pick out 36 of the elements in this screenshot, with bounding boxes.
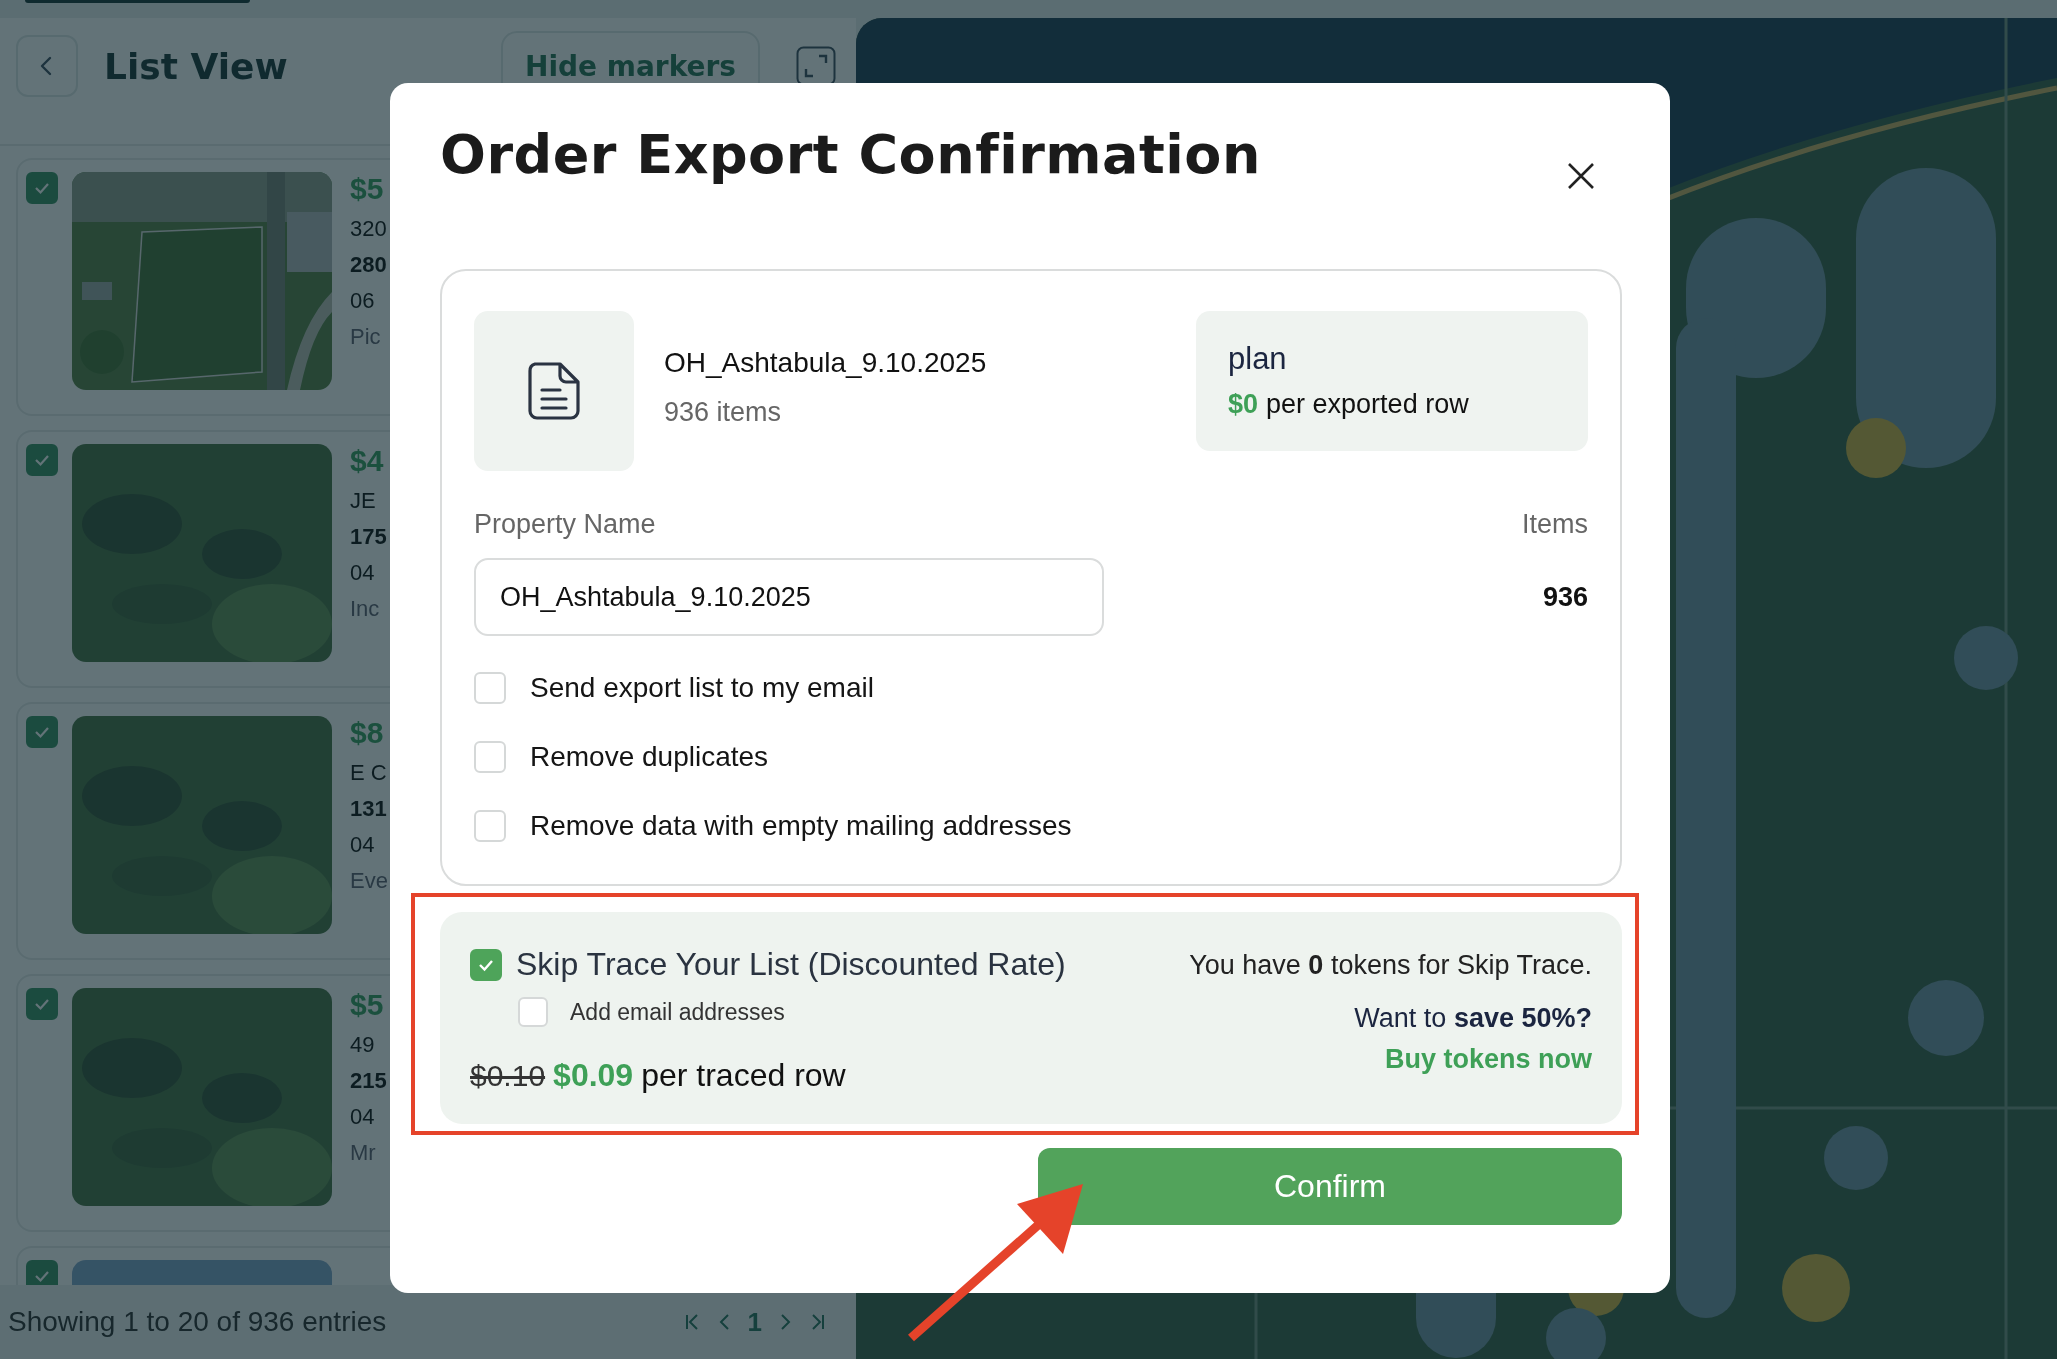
card-detail: 06 [350, 288, 376, 314]
card-detail: 215 [350, 1068, 387, 1094]
items-value: 936 [1542, 581, 1588, 613]
price-value: $0 [1228, 389, 1259, 420]
card-detail: 320 [350, 216, 387, 242]
item-count: 936 items [664, 397, 783, 428]
card-detail: JE [350, 488, 377, 514]
card-detail: 131 [350, 796, 388, 822]
file-name: OH_Ashtabula_9.10.2025 [664, 347, 988, 379]
savings-prompt: Want to save 50%? [1354, 1003, 1592, 1034]
card-detail: 49 [350, 1032, 376, 1058]
card-detail: 175 [350, 524, 387, 550]
token-balance: You have 0 tokens for Skip Trace. [1189, 950, 1592, 981]
price-value: $0.09 [553, 1057, 634, 1094]
card-detail: Pic [350, 324, 382, 350]
card-detail: Mr [350, 1140, 377, 1166]
price: $5 [350, 988, 385, 1022]
card-detail: 04 [350, 1104, 376, 1130]
price-unit: per exported row [1266, 389, 1469, 420]
entries-summary: Showing 1 to 20 of 936 entries [8, 1306, 387, 1338]
old-price: $0.10 [470, 1059, 546, 1093]
price: $4 [350, 444, 385, 478]
card-detail: 04 [350, 832, 376, 858]
panel-title: List View [104, 45, 289, 87]
card-detail: 280 [350, 252, 387, 278]
price: $5 [350, 172, 385, 206]
card-detail: Inc [350, 596, 381, 622]
plan-name: plan [1228, 341, 1288, 377]
price-unit: per traced row [641, 1057, 846, 1094]
price: $8 [350, 716, 385, 750]
card-detail: 04 [350, 560, 376, 586]
column-label: Items [1522, 509, 1588, 540]
card-detail: E C [350, 760, 388, 786]
field-label: Property Name [474, 509, 656, 540]
card-detail: Eve [350, 868, 388, 894]
dialog-title: Order Export Confirmation [440, 123, 1261, 186]
